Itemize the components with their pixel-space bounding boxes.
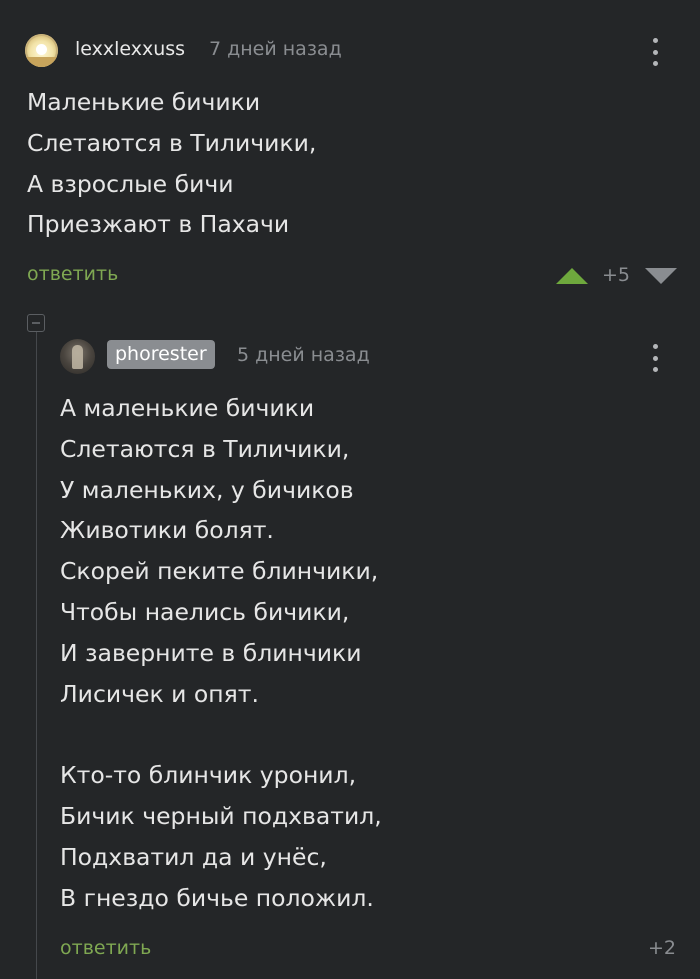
comment-score: +2	[648, 937, 677, 959]
comment-line: Приезжают в Пахачи	[27, 210, 290, 239]
triangle-down-icon[interactable]	[645, 268, 677, 284]
triangle-up-icon[interactable]	[556, 268, 588, 284]
comment-line: Лисичек и опят.	[60, 679, 259, 708]
avatar-image	[36, 44, 47, 55]
comment-line: А взрослые бичи	[27, 169, 234, 198]
comment-line: У маленьких, у бичиков	[60, 475, 354, 504]
comment-author-badge[interactable]: phorester	[107, 340, 215, 369]
comment-line: Маленькие бичики	[27, 88, 261, 116]
comment-timestamp[interactable]: 5 дней назад	[237, 344, 370, 366]
comment-line: Животики болят.	[60, 516, 274, 545]
kebab-menu-icon[interactable]	[651, 344, 659, 372]
comment-author[interactable]: lexxlexxuss	[75, 38, 185, 60]
comment-line: Кто-то блинчик уронил,	[60, 761, 357, 790]
comment-line: Скорей пеките блинчики,	[60, 557, 379, 586]
comment-line: А маленькие бичики	[60, 394, 315, 422]
comment-line-blank	[60, 714, 382, 755]
reply-button[interactable]: ответить	[60, 937, 151, 959]
kebab-menu-icon[interactable]	[651, 38, 659, 66]
comment-line: Подхватил да и унёс,	[60, 842, 327, 871]
avatar-image	[72, 345, 83, 369]
comment-timestamp[interactable]: 7 дней назад	[209, 38, 342, 60]
comment-line: В гнездо бичье положил.	[60, 883, 374, 912]
comment-body: Маленькие бичики Слетаются в Тиличики, А…	[27, 82, 316, 245]
user-avatar[interactable]	[25, 34, 58, 67]
comment-line: Бичик черный подхватил,	[60, 801, 382, 830]
comment-body: А маленькие бичики Слетаются в Тиличики,…	[60, 388, 382, 918]
comment-line: И заверните в блинчики	[60, 638, 362, 667]
collapse-thread-icon[interactable]	[27, 314, 45, 332]
comment-score: +5	[602, 264, 631, 286]
user-avatar[interactable]	[60, 339, 95, 374]
comment-line: Слетаются в Тиличики,	[27, 128, 317, 157]
reply-button[interactable]: ответить	[27, 263, 118, 285]
comment-line: Слетаются в Тиличики,	[60, 434, 350, 463]
thread-line[interactable]	[36, 332, 37, 979]
comment-line: Чтобы наелись бичики,	[60, 597, 350, 626]
